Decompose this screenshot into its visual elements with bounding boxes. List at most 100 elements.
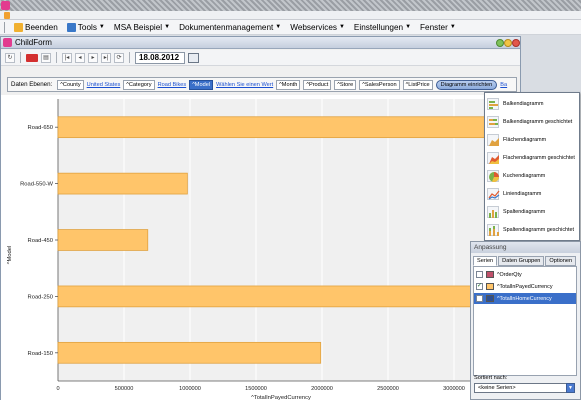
menu-item-stacked-bar-chart[interactable]: Balkendiagramm geschichtet [485,113,579,131]
app-strip [0,11,581,20]
series-label: ^OrderQty [497,271,522,278]
reload-button[interactable]: ⟳ [114,52,124,63]
levels-label: Daten Ebenen: [11,81,53,88]
chevron-down-icon: ▼ [98,24,105,30]
first-record-button[interactable]: |◂ [62,52,72,63]
chevron-down-icon[interactable]: ▼ [566,383,575,393]
form-icon [3,38,12,47]
x-axis-title: ^TotalInPayedCurrency [251,395,311,400]
notification-icon[interactable] [4,12,10,19]
level-link-category[interactable]: Road Bikes [158,82,187,88]
chevron-down-icon: ▼ [449,24,456,30]
minimize-button[interactable] [496,39,504,47]
childform-toolbar: ↻ ▤ |◂ ◂ ▸ ▸| ⟳ 18.08.2012 [1,50,520,66]
data-levels-bar: Daten Ebenen: ^County United States ^Cat… [7,77,517,92]
menu-einstellungen[interactable]: Einstellungen ▼ [354,23,411,32]
menu-fenster-label: Fenster [420,22,448,32]
category-label: Road-150 [28,351,53,357]
level-chip-month[interactable]: ^Month [276,79,301,90]
childform-window: ChildForm ↻ ▤ |◂ ◂ ▸ ▸| ⟳ 18.08.2012 Dat… [0,36,521,400]
print-button[interactable]: ▤ [41,52,51,63]
chevron-down-icon: ▼ [338,24,345,30]
menu-item-stacked-column-chart[interactable]: Spaltendiagramm geschichtet [485,221,579,239]
menu-item-label: Liniendiagramm [503,191,542,197]
series-color-swatch [486,283,494,290]
app-titlebar [0,0,581,11]
series-checkbox[interactable] [476,295,483,302]
menubar-grip [4,21,5,33]
chevron-down-icon: ▼ [405,24,412,30]
panel-title[interactable]: Anpassung [471,242,580,253]
menu-tools-label: Tools [77,22,97,32]
tools-icon [66,22,76,32]
menu-beenden[interactable]: Beenden [14,22,58,32]
level-chip-product[interactable]: ^Product [303,79,332,90]
panel-tabs: Serien Daten Gruppen Optionen [473,256,577,266]
level-chip-category[interactable]: ^Category [123,79,155,90]
series-list: ^OrderQty ✓ ^TotalInPayedCurrency ^Total… [473,266,577,376]
date-field[interactable]: 18.08.2012 [135,51,185,64]
level-chip-county[interactable]: ^County [57,79,84,90]
menu-item-line-chart[interactable]: Liniendiagramm [485,185,579,203]
level-chip-listprice[interactable]: ^ListPrice [402,79,433,90]
trailing-link[interactable]: Ba [500,82,507,88]
chart-setup-button[interactable]: Diagramm einrichten [435,79,498,90]
menu-webservices-label: Webservices [290,22,337,32]
menu-item-label: Balkendiagramm [503,101,544,107]
menu-item-label: Flachendiagramm geschichtet [503,155,575,161]
series-checkbox[interactable]: ✓ [476,283,483,290]
menu-msa-label: MSA Beispiel [113,22,163,32]
level-chip-store[interactable]: ^Store [334,79,357,90]
last-record-button[interactable]: ▸| [101,52,111,63]
close-button[interactable] [512,39,520,47]
series-label: ^TotalInPayedCurrency [497,283,553,290]
menu-item-pie-chart[interactable]: Kuchendiagramm [485,167,579,185]
level-chip-model[interactable]: ^Model [189,79,214,90]
menu-item-label: Balkendiagramm geschichtet [503,119,573,125]
maximize-button[interactable] [504,39,512,47]
x-tick-label: 1000000 [179,386,201,392]
menu-item-area-chart[interactable]: Flächendiagramm [485,131,579,149]
bar [57,229,149,251]
customization-panel: Anpassung Serien Daten Gruppen Optionen … [470,241,581,400]
toolbar-separator [129,52,130,63]
series-row-totalinhomecurrency[interactable]: ^TotalInHomeCurrency [474,293,576,304]
tab-data-groups[interactable]: Daten Gruppen [498,256,545,266]
calendar-icon[interactable] [188,52,199,63]
refresh-button[interactable]: ↻ [5,52,15,63]
next-record-button[interactable]: ▸ [88,52,98,63]
series-checkbox[interactable] [476,271,483,278]
tab-options[interactable]: Optionen [545,256,577,266]
menu-item-stacked-area-chart[interactable]: Flachendiagramm geschichtet [485,149,579,167]
x-tick-label: 2000000 [311,386,333,392]
previous-record-button[interactable]: ◂ [75,52,85,63]
sort-select[interactable]: <keine Serien> [474,383,568,393]
series-color-swatch [486,295,494,302]
menu-item-column-chart[interactable]: Spaltendiagramm [485,203,579,221]
menu-msa-beispiel[interactable]: MSA Beispiel ▼ [114,23,170,32]
menu-webservices[interactable]: Webservices ▼ [290,23,345,32]
menu-einstellungen-label: Einstellungen [353,22,404,32]
level-link-model[interactable]: Wählen Sie einen Wert [216,82,273,88]
series-row-orderqty[interactable]: ^OrderQty [474,269,576,280]
menu-dokumentenmanagement[interactable]: Dokumentenmanagement ▼ [179,23,281,32]
stacked-area-chart-icon [487,152,499,164]
menu-item-label: Kuchendiagramm [503,173,546,179]
bar-chart: 0 500000 1000000 1500000 2000000 2500000 30000… [1,95,520,400]
menu-item-bar-chart[interactable]: Balkendiagramm [485,95,579,113]
level-link-country[interactable]: United States [87,82,121,88]
menubar: Beenden Tools ▼ MSA Beispiel ▼ Dokumente… [0,20,581,35]
bar [57,172,188,195]
series-row-totalinpayedcurrency[interactable]: ✓ ^TotalInPayedCurrency [474,281,576,292]
level-chip-salesperson[interactable]: ^SalesPerson [359,79,400,90]
area-chart-icon [487,134,499,146]
pdf-export-button[interactable] [26,53,38,62]
tab-series[interactable]: Serien [473,256,498,266]
menu-fenster[interactable]: Fenster ▼ [420,23,456,32]
category-label: Road-550-W [20,182,53,188]
menu-item-label: Spaltendiagramm geschichtet [503,227,575,233]
menu-tools[interactable]: Tools ▼ [66,22,105,32]
stacked-column-chart-icon [487,224,499,236]
category-label: Road-650 [28,125,53,131]
app-logo-icon [1,1,10,10]
